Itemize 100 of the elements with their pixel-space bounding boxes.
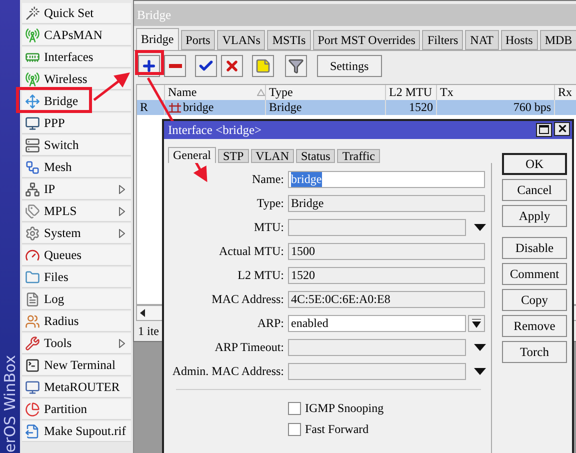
dialog-button[interactable]: OK xyxy=(502,153,567,175)
close-icon xyxy=(224,58,240,74)
disable-button[interactable] xyxy=(221,55,243,77)
close-button[interactable] xyxy=(554,122,570,136)
menu-item[interactable]: IP xyxy=(22,179,131,200)
table-cell: Bridge xyxy=(266,100,386,115)
input-field: 4C:5E:0C:6E:A0:E8 xyxy=(288,291,485,308)
menu-item[interactable]: MPLS xyxy=(22,201,131,222)
sort-arrow-icon xyxy=(257,89,265,96)
remove-button[interactable] xyxy=(164,55,186,77)
wand-icon xyxy=(25,6,40,20)
document-icon xyxy=(25,292,40,306)
enable-button[interactable] xyxy=(195,55,217,77)
menu-item[interactable]: Tools xyxy=(22,333,131,354)
tags-icon xyxy=(25,204,40,218)
tab[interactable]: Status xyxy=(296,149,336,163)
column-header[interactable]: Rx xyxy=(555,85,576,101)
tab[interactable]: STP xyxy=(218,149,249,163)
field-label: Type: xyxy=(256,196,285,211)
filter-icon xyxy=(288,58,304,74)
scroll-left-icon xyxy=(140,309,145,317)
dropdown-arrow-icon[interactable] xyxy=(474,344,486,351)
column-header[interactable]: L2 MTU xyxy=(386,85,437,101)
tab[interactable]: Port MST Overrides xyxy=(312,30,420,50)
table-cell: 760 bps xyxy=(437,100,555,115)
dialog-button[interactable]: Remove xyxy=(502,315,567,337)
menu-item[interactable]: Files xyxy=(22,267,131,288)
computer-icon xyxy=(25,116,40,130)
column-header[interactable]: Name xyxy=(165,85,266,101)
tab[interactable]: VLAN xyxy=(250,149,294,163)
table-cell: R xyxy=(137,100,165,115)
tab[interactable]: Filters xyxy=(422,30,464,50)
input-field: 1500 xyxy=(288,243,485,260)
gauge-icon xyxy=(25,248,40,262)
field-label: MAC Address: xyxy=(210,292,285,307)
dialog-button[interactable]: Cancel xyxy=(502,179,567,201)
tab[interactable]: Hosts xyxy=(500,30,538,50)
menu-item[interactable]: Switch xyxy=(22,135,131,156)
window-title: Bridge xyxy=(134,4,576,26)
menu-item[interactable]: CAPsMAN xyxy=(22,25,131,46)
menu-item[interactable]: PPP xyxy=(22,113,131,134)
filter-button[interactable] xyxy=(285,55,307,77)
tab[interactable]: VLANs xyxy=(217,30,266,50)
table-cell: 1520 xyxy=(386,100,437,115)
input-field: Bridge xyxy=(288,195,485,212)
tab[interactable]: Ports xyxy=(180,30,216,50)
tab[interactable]: MSTIs xyxy=(267,30,311,50)
menu-item[interactable]: Log xyxy=(22,289,131,310)
menu-item[interactable]: Radius xyxy=(22,311,131,332)
dialog-button[interactable]: Disable xyxy=(502,237,567,259)
menu-item[interactable]: Partition xyxy=(22,399,131,420)
input-field[interactable] xyxy=(288,339,466,356)
dialog-button[interactable]: Torch xyxy=(502,341,567,363)
network-icon xyxy=(25,182,40,196)
menu-item[interactable]: Queues xyxy=(22,245,131,266)
checkbox[interactable] xyxy=(288,422,301,436)
dropdown-arrow-icon[interactable] xyxy=(474,224,486,231)
tab[interactable]: Traffic xyxy=(337,149,380,163)
menu-item[interactable]: Quick Set xyxy=(22,3,131,24)
dialog-button[interactable]: Apply xyxy=(502,205,567,227)
field-label: Name: xyxy=(251,172,285,187)
dropdown-button[interactable] xyxy=(468,315,485,332)
brand-text: erOS WinBox xyxy=(1,354,19,453)
highlight-frame xyxy=(135,50,164,75)
menu-item[interactable]: Interfaces xyxy=(22,47,131,68)
tab[interactable]: NAT xyxy=(465,30,498,50)
column-header[interactable]: Tx xyxy=(437,85,555,101)
comment-button[interactable] xyxy=(252,55,274,77)
dialog-title: Interface <bridge> xyxy=(168,122,262,138)
checkbox[interactable] xyxy=(288,402,301,414)
input-field[interactable] xyxy=(288,363,466,380)
people-icon xyxy=(25,314,40,328)
dialog-button[interactable]: Comment xyxy=(502,263,567,285)
settings-button[interactable]: Settings xyxy=(317,55,382,77)
maximize-button[interactable] xyxy=(536,122,552,137)
menu-item[interactable]: Make Supout.rif xyxy=(22,421,131,442)
input-field[interactable]: bridge xyxy=(288,171,485,188)
tab[interactable]: Bridge xyxy=(136,28,179,50)
note-icon xyxy=(255,58,271,74)
field-label: L2 MTU: xyxy=(236,268,285,283)
input-field[interactable]: enabled xyxy=(288,315,466,332)
input-field[interactable] xyxy=(288,219,466,236)
nodes-icon xyxy=(25,160,40,174)
menu-item[interactable]: New Terminal xyxy=(22,355,131,376)
column-header[interactable]: Type xyxy=(266,85,386,101)
checkbox-label: Fast Forward xyxy=(305,422,369,436)
menu-item[interactable]: Bridge xyxy=(22,91,131,112)
field-label: ARP: xyxy=(256,316,285,331)
menu-item[interactable]: Mesh xyxy=(22,157,131,178)
tab[interactable]: MDB xyxy=(540,30,576,50)
dialog-button[interactable]: Copy xyxy=(502,289,567,311)
pie-chart-icon xyxy=(25,402,40,416)
annotation-arrow xyxy=(93,72,130,101)
dropdown-arrow-icon[interactable] xyxy=(474,368,486,375)
tab[interactable]: General xyxy=(168,147,216,163)
gear-icon xyxy=(25,226,40,240)
menu-item[interactable]: System xyxy=(22,223,131,244)
maximize-icon xyxy=(539,125,549,134)
table-cell[interactable]: bridge xyxy=(165,100,266,115)
menu-item[interactable]: MetaROUTER xyxy=(22,377,131,398)
